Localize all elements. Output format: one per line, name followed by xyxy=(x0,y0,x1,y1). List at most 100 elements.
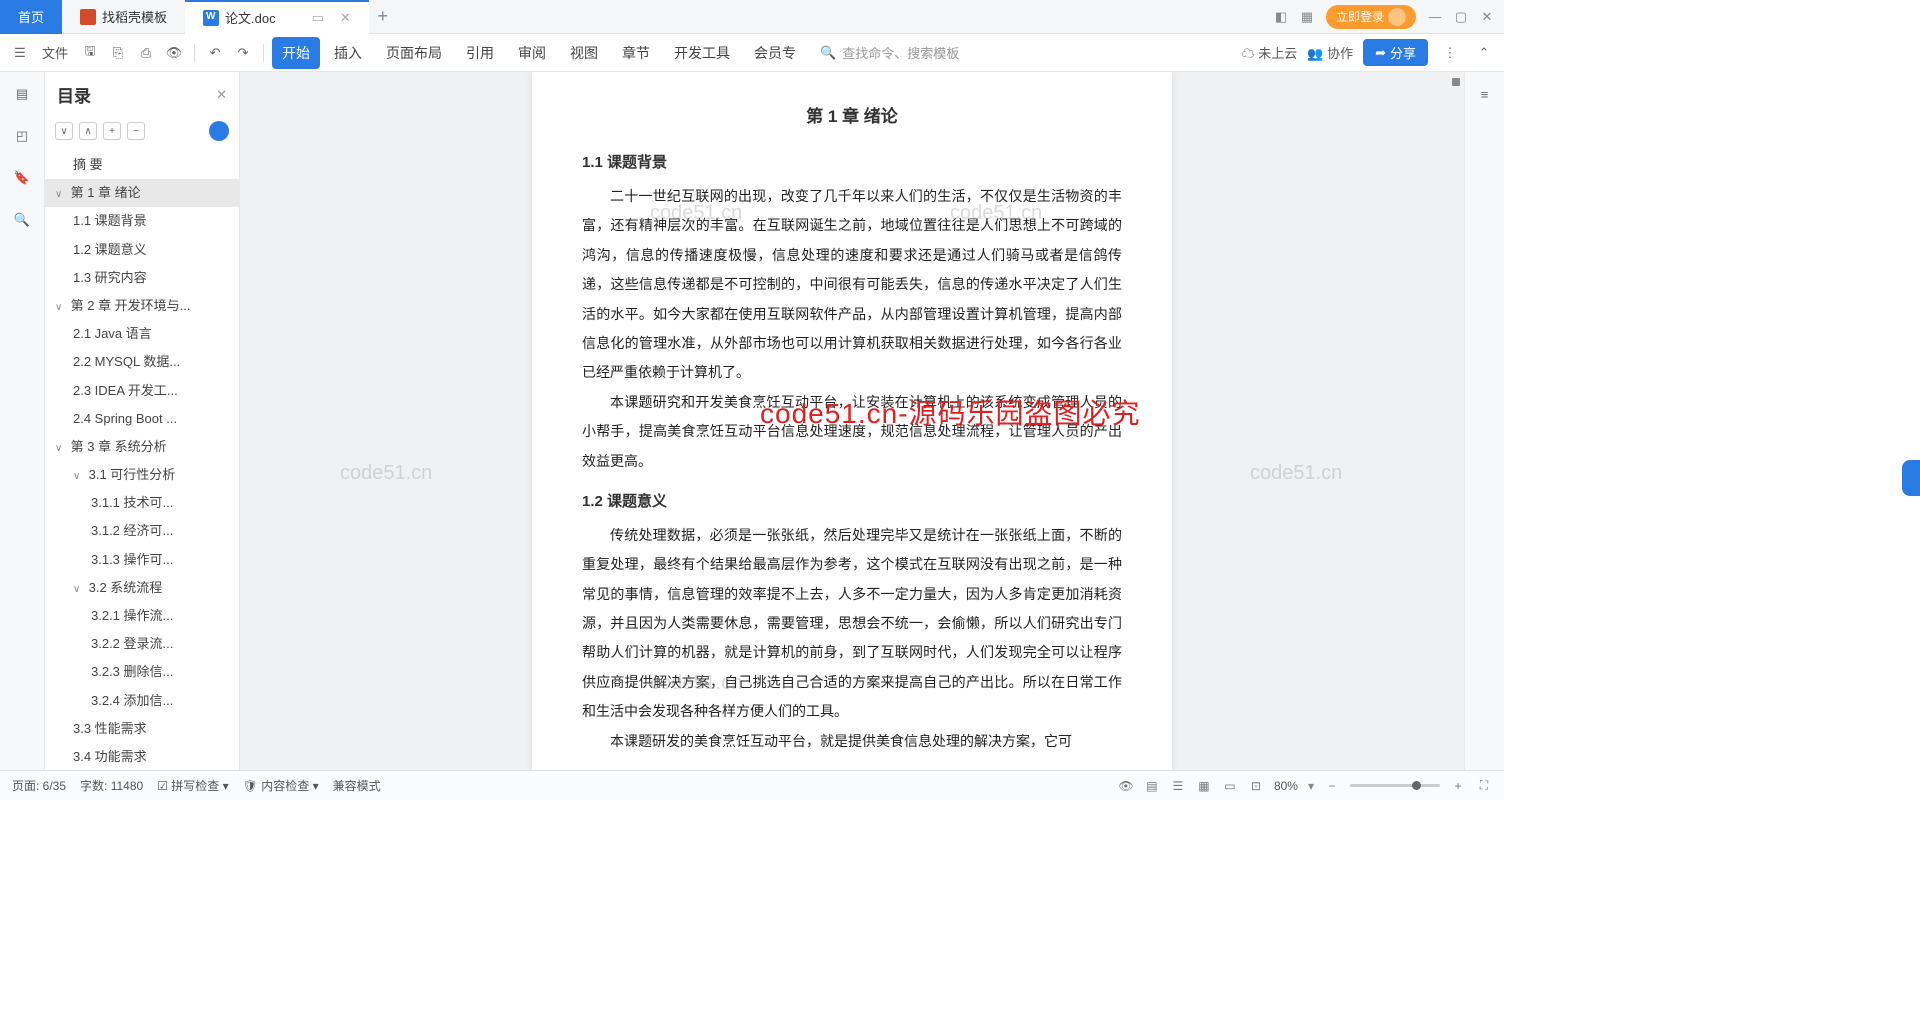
command-search[interactable]: 🔍查找命令、搜索模板 xyxy=(820,43,959,62)
content-check[interactable]: 🛡 内容检查 ▾ xyxy=(243,777,319,794)
word-count[interactable]: 字数: 11480 xyxy=(80,777,143,794)
watermark: code51.cn xyxy=(340,462,432,485)
page-indicator[interactable]: 页面: 6/35 xyxy=(12,777,66,794)
view-web-icon[interactable]: ▦ xyxy=(1196,778,1212,794)
cloud-status[interactable]: ☁ 未上云 xyxy=(1242,43,1298,62)
menu-page-layout[interactable]: 页面布局 xyxy=(376,37,452,69)
menu-dev-tools[interactable]: 开发工具 xyxy=(664,37,740,69)
file-menu[interactable]: 文件 xyxy=(36,43,74,62)
share-button[interactable]: ➦ 分享 xyxy=(1363,39,1428,66)
collapse-ribbon-icon[interactable]: ⌃ xyxy=(1472,41,1496,65)
zoom-in-button[interactable]: + xyxy=(1450,778,1466,794)
toc-item[interactable]: 摘 要 xyxy=(45,151,239,179)
tab-home[interactable]: 首页 xyxy=(0,0,62,34)
save-icon[interactable]: 🖫 xyxy=(78,41,102,65)
menu-view[interactable]: 视图 xyxy=(560,37,608,69)
login-button[interactable]: 立即登录 xyxy=(1326,5,1416,29)
fullscreen-icon[interactable]: ⛶ xyxy=(1476,778,1492,794)
view-outline-icon[interactable]: ☰ xyxy=(1170,778,1186,794)
toc-item[interactable]: ∨ 3.1 可行性分析 xyxy=(45,461,239,489)
menu-references[interactable]: 引用 xyxy=(456,37,504,69)
minimize-button[interactable]: — xyxy=(1428,10,1442,24)
zoom-out-button[interactable]: − xyxy=(1324,778,1340,794)
maximize-button[interactable]: ▢ xyxy=(1454,10,1468,24)
toc-item[interactable]: 3.2.3 删除信... xyxy=(45,658,239,686)
redo-button[interactable]: ↷ xyxy=(231,41,255,65)
tab-label: 论文.doc xyxy=(225,8,276,27)
toc-add[interactable]: + xyxy=(103,122,121,140)
layout-icon[interactable]: ◧ xyxy=(1274,10,1288,24)
close-window-button[interactable]: ✕ xyxy=(1480,10,1494,24)
section-1-2-title: 1.2 课题意义 xyxy=(582,490,1122,511)
spell-check[interactable]: ☑ 拼写检查 ▾ xyxy=(157,777,228,794)
export-icon[interactable]: ⎘ xyxy=(106,41,130,65)
outline-icon[interactable]: ▤ xyxy=(12,84,32,104)
toc-close-button[interactable]: ✕ xyxy=(216,87,227,103)
preview-icon[interactable]: 👁 xyxy=(162,41,186,65)
compat-mode[interactable]: 兼容模式 xyxy=(333,777,381,794)
apps-icon[interactable]: ▦ xyxy=(1300,10,1314,24)
zoom-slider[interactable] xyxy=(1350,784,1440,787)
menu-icon[interactable]: ☰ xyxy=(8,41,32,65)
toc-remove[interactable]: − xyxy=(127,122,145,140)
toc-item[interactable]: 1.3 研究内容 xyxy=(45,264,239,292)
toc-item[interactable]: 3.2.4 添加信... xyxy=(45,687,239,715)
menu-insert[interactable]: 插入 xyxy=(324,37,372,69)
toc-item[interactable]: 3.3 性能需求 xyxy=(45,715,239,743)
toc-item[interactable]: 3.4 功能需求 xyxy=(45,743,239,770)
panel-toggle-icon[interactable]: ≡ xyxy=(1475,84,1495,104)
bookmark-icon[interactable]: 🔖 xyxy=(12,168,32,188)
view-print-icon[interactable]: ▤ xyxy=(1144,778,1160,794)
toc-ai-button[interactable] xyxy=(209,121,229,141)
collaborate-button[interactable]: 👥 协作 xyxy=(1307,43,1353,62)
focus-mode-icon[interactable]: 👁 xyxy=(1118,778,1134,794)
menu-chapter[interactable]: 章节 xyxy=(612,37,660,69)
toc-item[interactable]: 3.2.2 登录流... xyxy=(45,630,239,658)
view-read-icon[interactable]: ▭ xyxy=(1222,778,1238,794)
toc-expand-all[interactable]: ∧ xyxy=(79,122,97,140)
left-sidebar: ▤ ◰ 🔖 🔍 xyxy=(0,72,45,770)
toc-item[interactable]: ∨ 第 2 章 开发环境与... xyxy=(45,292,239,320)
menu-review[interactable]: 审阅 xyxy=(508,37,556,69)
chapter-title: 第 1 章 绪论 xyxy=(582,102,1122,127)
login-label: 立即登录 xyxy=(1336,8,1384,25)
toc-item[interactable]: 3.1.3 操作可... xyxy=(45,546,239,574)
menu-member[interactable]: 会员专 xyxy=(744,37,806,69)
toc-item[interactable]: 1.2 课题意义 xyxy=(45,236,239,264)
menu-start[interactable]: 开始 xyxy=(272,37,320,69)
shape-icon[interactable]: ◰ xyxy=(12,126,32,146)
tab-document[interactable]: 论文.doc ▭ ✕ xyxy=(185,0,369,34)
toc-item[interactable]: ∨ 3.2 系统流程 xyxy=(45,574,239,602)
close-tab-icon[interactable]: ✕ xyxy=(340,10,351,26)
toc-item[interactable]: 3.1.2 经济可... xyxy=(45,517,239,545)
toc-item[interactable]: 3.1.1 技术可... xyxy=(45,489,239,517)
toc-item[interactable]: 2.3 IDEA 开发工... xyxy=(45,377,239,405)
side-handle[interactable] xyxy=(1902,460,1920,496)
tab-window-icon[interactable]: ▭ xyxy=(312,10,324,26)
zoom-fit-icon[interactable]: ⊡ xyxy=(1248,778,1264,794)
paragraph: 二十一世纪互联网的出现，改变了几千年以来人们的生活，不仅仅是生活物资的丰富，还有… xyxy=(582,182,1122,388)
toc-item[interactable]: 2.1 Java 语言 xyxy=(45,320,239,348)
toc-item[interactable]: ∨ 第 1 章 绪论 xyxy=(45,179,239,207)
zoom-thumb[interactable] xyxy=(1412,781,1421,790)
print-icon[interactable]: ⎙ xyxy=(134,41,158,65)
toc-item[interactable]: 3.2.1 操作流... xyxy=(45,602,239,630)
toc-item[interactable]: 1.1 课题背景 xyxy=(45,207,239,235)
find-icon[interactable]: 🔍 xyxy=(12,210,32,230)
toc-item[interactable]: ∨ 第 3 章 系统分析 xyxy=(45,433,239,461)
new-tab-button[interactable]: + xyxy=(369,6,397,27)
undo-button[interactable]: ↶ xyxy=(203,41,227,65)
scroll-indicator[interactable] xyxy=(1452,78,1460,86)
tab-label: 找稻壳模板 xyxy=(102,7,167,26)
watermark: code51.cn xyxy=(1250,462,1342,485)
document-viewport[interactable]: 第 1 章 绪论 1.1 课题背景 二十一世纪互联网的出现，改变了几千年以来人们… xyxy=(240,72,1464,770)
more-icon[interactable]: ⋮ xyxy=(1438,41,1462,65)
toc-item[interactable]: 2.4 Spring Boot ... xyxy=(45,405,239,433)
tab-templates[interactable]: 找稻壳模板 xyxy=(62,0,185,34)
toc-panel: 目录 ✕ ∨ ∧ + − 摘 要∨ 第 1 章 绪论1.1 课题背景1.2 课题… xyxy=(45,72,240,770)
toc-collapse-all[interactable]: ∨ xyxy=(55,122,73,140)
paragraph: 本课题研究和开发美食烹饪互动平台，让安装在计算机上的该系统变成管理人员的小帮手，… xyxy=(582,388,1122,476)
zoom-value[interactable]: 80% xyxy=(1274,779,1298,793)
toc-item[interactable]: 2.2 MYSQL 数据... xyxy=(45,348,239,376)
title-tab-bar: 首页 找稻壳模板 论文.doc ▭ ✕ + ◧ ▦ 立即登录 — ▢ ✕ xyxy=(0,0,1504,34)
